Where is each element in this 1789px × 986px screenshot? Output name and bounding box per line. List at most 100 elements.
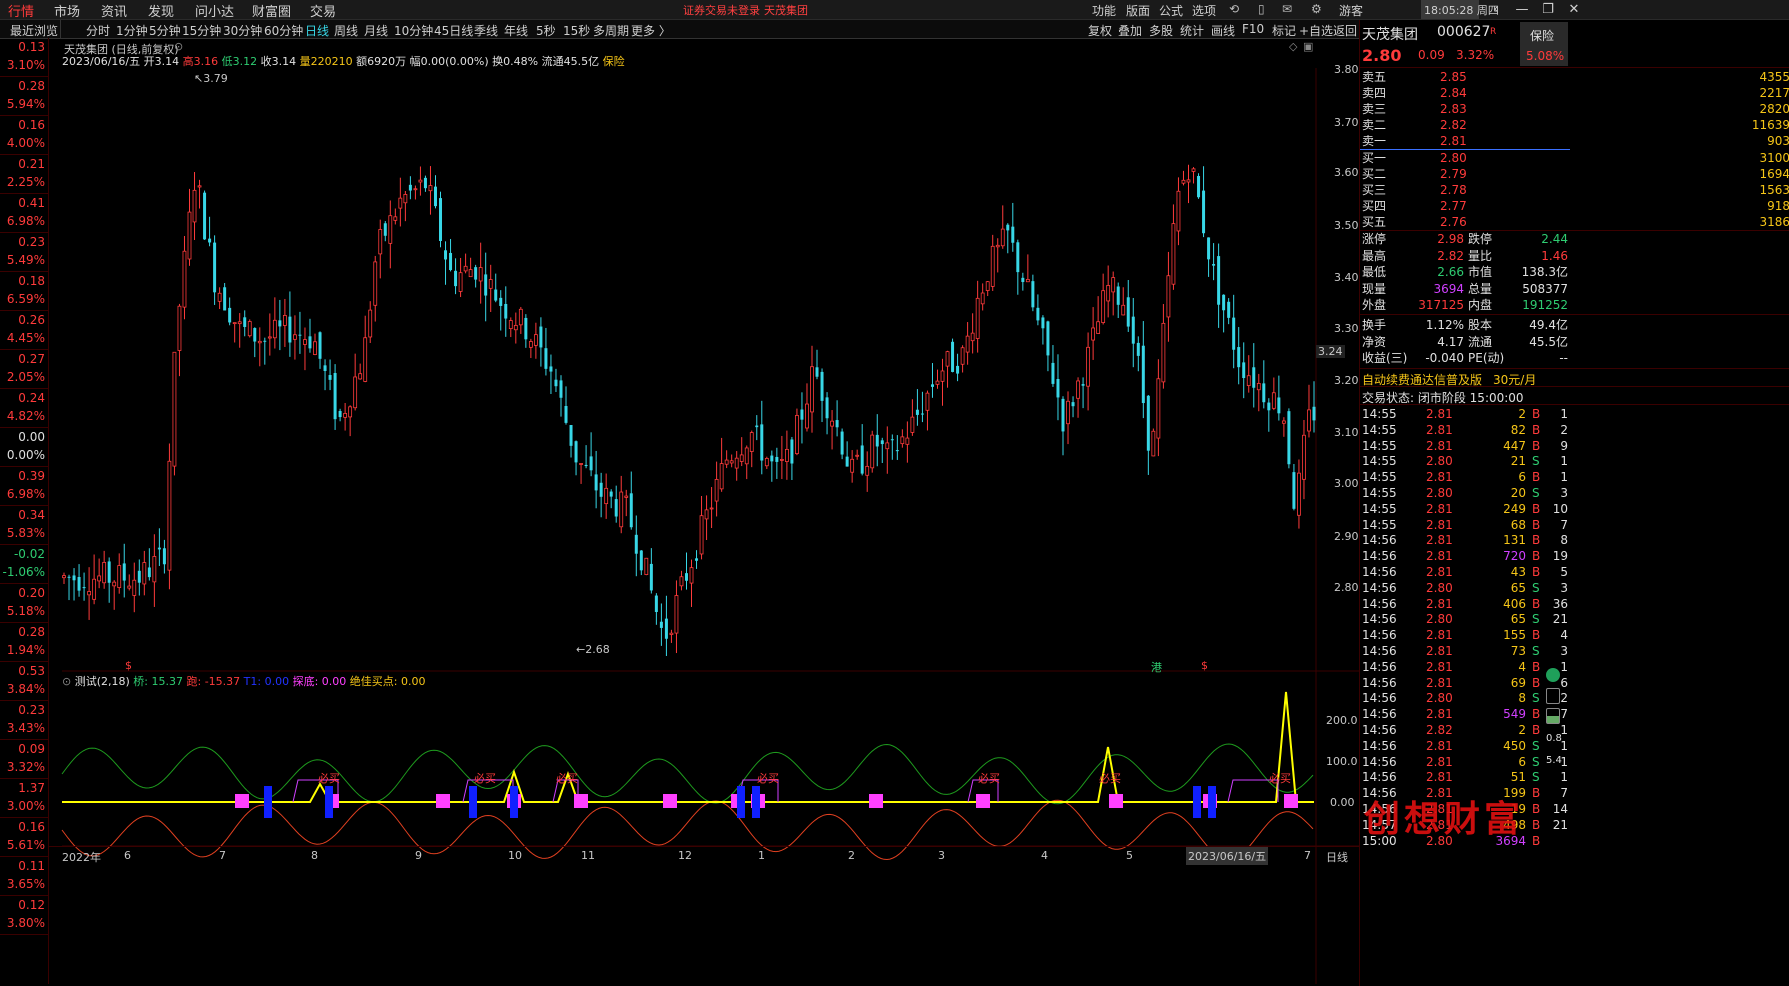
recent-stock-change[interactable]: 0.20 [0,586,45,600]
recent-stock-change[interactable]: 0.34 [0,508,45,522]
recent-stock-pct[interactable]: 3.43% [0,721,45,735]
recent-stock-pct[interactable]: 5.49% [0,253,45,267]
period-30min[interactable]: 30分钟 [223,22,262,39]
recent-stock-pct[interactable]: 3.00% [0,799,45,813]
period-5s[interactable]: 5秒 [536,22,556,39]
tool-diejia[interactable]: 叠加 [1118,22,1142,39]
tool-duogu[interactable]: 多股 [1149,22,1173,39]
recent-stock-change[interactable]: 0.00 [0,430,45,444]
tool-add-watchlist[interactable]: +自选 [1299,22,1333,39]
recent-stock-change[interactable]: 1.37 [0,781,45,795]
recent-stock-pct[interactable]: 1.94% [0,643,45,657]
recent-stock-pct[interactable]: 6.59% [0,292,45,306]
side-gauge-icon[interactable] [1546,708,1560,724]
recent-stock-change[interactable]: 0.09 [0,742,45,756]
login-warning[interactable]: 证券交易未登录 [683,2,760,18]
tool-tongji[interactable]: 统计 [1180,22,1204,39]
buy-price[interactable]: 2.80 [1440,150,1467,166]
recent-stock-change[interactable]: 0.13 [0,40,45,54]
period-more[interactable]: 更多 〉 [631,22,671,39]
menu-zixun[interactable]: 资讯 [101,1,127,20]
menu-hangqing[interactable]: 行情 [8,1,34,20]
recent-stock-change[interactable]: 0.39 [0,469,45,483]
recent-stock-pct[interactable]: 5.18% [0,604,45,618]
menu-faxian[interactable]: 发现 [148,1,174,20]
recent-stock-pct[interactable]: -1.06% [0,565,45,579]
period-5min[interactable]: 5分钟 [149,22,181,39]
menu-shichang[interactable]: 市场 [54,1,80,20]
period-10min[interactable]: 10分钟 [394,22,433,39]
period-15min[interactable]: 15分钟 [182,22,221,39]
recent-stock-change[interactable]: 0.27 [0,352,45,366]
recent-stock-pct[interactable]: 6.98% [0,487,45,501]
period-quarter[interactable]: 季线 [474,22,498,39]
recent-stock-pct[interactable]: 4.45% [0,331,45,345]
period-15s[interactable]: 15秒 [563,22,590,39]
recent-stock-change[interactable]: 0.41 [0,196,45,210]
tool-icon[interactable]: ⚙ [1311,2,1322,16]
phone-icon[interactable]: ▯ [1258,2,1265,16]
recent-stock-pct[interactable]: 0.00% [0,448,45,462]
period-monthly[interactable]: 月线 [364,22,388,39]
recent-stock-pct[interactable]: 2.05% [0,370,45,384]
tool-f10[interactable]: F10 [1242,22,1264,36]
period-fenshi[interactable]: 分时 [86,22,110,39]
menu-banmian[interactable]: 版面 [1126,2,1150,19]
recent-stock-change[interactable]: 0.28 [0,625,45,639]
recent-stock-change[interactable]: 0.53 [0,664,45,678]
recent-stock-change[interactable]: -0.02 [0,547,45,561]
indicator-settings-icon[interactable]: ⊙ [62,675,71,688]
event-mark[interactable]: $ [125,659,132,672]
recent-stock-change[interactable]: 0.23 [0,235,45,249]
period-daily[interactable]: 日线 [305,22,329,39]
recent-stock-pct[interactable]: 3.80% [0,916,45,930]
recent-stock-change[interactable]: 0.16 [0,118,45,132]
menu-caifuquan[interactable]: 财富圈 [252,1,291,20]
tool-huaxian[interactable]: 画线 [1211,22,1235,39]
tool-biaoji[interactable]: 标记 [1272,22,1296,39]
sell-price[interactable]: 2.83 [1440,101,1467,117]
recent-stock-change[interactable]: 0.23 [0,703,45,717]
period-1min[interactable]: 1分钟 [116,22,148,39]
back-icon[interactable]: ‹ [1482,0,1510,19]
recent-stock-change[interactable]: 0.16 [0,820,45,834]
recent-stock-pct[interactable]: 3.32% [0,760,45,774]
side-dot-icon[interactable] [1546,668,1560,682]
recent-stock-change[interactable]: 0.12 [0,898,45,912]
restore-icon[interactable]: ❐ [1534,0,1562,19]
menu-xuanxiang[interactable]: 选项 [1192,2,1216,19]
buy-price[interactable]: 2.77 [1440,198,1467,214]
recent-stock-change[interactable]: 0.26 [0,313,45,327]
recent-stock-pct[interactable]: 3.10% [0,58,45,72]
recent-stock-pct[interactable]: 2.25% [0,175,45,189]
period-multi[interactable]: 多周期 [593,22,629,39]
sell-price[interactable]: 2.85 [1440,69,1467,85]
buy-price[interactable]: 2.76 [1440,214,1467,230]
sector-tag[interactable]: 保险 [1530,27,1554,44]
recent-stock-pct[interactable]: 5.61% [0,838,45,852]
buy-price[interactable]: 2.79 [1440,166,1467,182]
menu-gongshi[interactable]: 公式 [1159,2,1183,19]
recent-stock-pct[interactable]: 3.84% [0,682,45,696]
recent-stock-change[interactable]: 0.11 [0,859,45,873]
recent-stock-change[interactable]: 0.21 [0,157,45,171]
tool-fuquan[interactable]: 复权 [1088,22,1112,39]
close-icon[interactable]: ✕ [1560,0,1588,19]
recent-stock-change[interactable]: 0.24 [0,391,45,405]
recent-stock-pct[interactable]: 4.82% [0,409,45,423]
menu-jiaoyi[interactable]: 交易 [310,1,336,20]
menu-gongneng[interactable]: 功能 [1092,2,1116,19]
recent-stock-change[interactable]: 0.18 [0,274,45,288]
recent-stock-pct[interactable]: 3.65% [0,877,45,891]
sell-price[interactable]: 2.84 [1440,85,1467,101]
period-45day[interactable]: 45日线 [434,22,473,39]
minimize-icon[interactable]: — [1508,0,1536,19]
sell-price[interactable]: 2.82 [1440,117,1467,133]
refresh-icon[interactable]: ⟲ [1229,2,1239,16]
recent-stock-pct[interactable]: 5.83% [0,526,45,540]
buy-price[interactable]: 2.78 [1440,182,1467,198]
message-icon[interactable]: ✉ [1282,2,1292,16]
period-60min[interactable]: 60分钟 [264,22,303,39]
user-label[interactable]: 游客 [1339,2,1363,19]
hk-connect-mark[interactable]: 港 [1151,659,1162,675]
